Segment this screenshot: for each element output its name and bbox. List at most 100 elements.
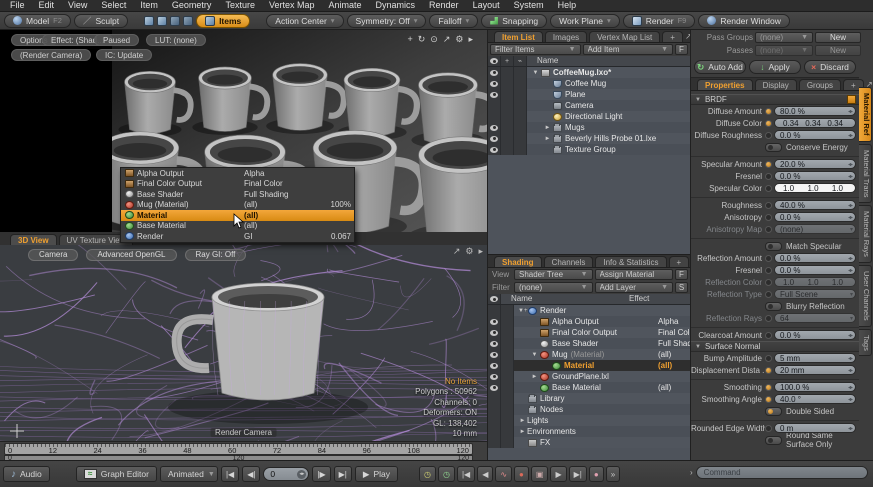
- menu-layout[interactable]: Layout: [466, 0, 507, 11]
- row-visibility-toggle[interactable]: [488, 316, 501, 327]
- channel-dot-icon[interactable]: [765, 120, 772, 127]
- viewport-advanced-opengl-button[interactable]: Advanced OpenGL: [86, 249, 176, 261]
- falloff-dropdown[interactable]: Falloff▾: [429, 14, 478, 28]
- spinner-icon[interactable]: ◂▸: [848, 173, 852, 180]
- viewport-tab-3d-view[interactable]: 3D View: [10, 234, 57, 245]
- row-visibility-toggle[interactable]: [488, 133, 501, 144]
- tree-row[interactable]: ►Lights: [488, 415, 690, 426]
- tree-row[interactable]: Camera: [488, 100, 690, 111]
- pan-icon[interactable]: +: [407, 34, 412, 45]
- tree-row[interactable]: Base Material(all): [488, 382, 690, 393]
- row-visibility-toggle[interactable]: [488, 111, 501, 122]
- row-visibility-toggle[interactable]: [488, 415, 501, 426]
- row-visibility-toggle[interactable]: [488, 144, 501, 155]
- preview-ic-update-button[interactable]: IC: Update: [96, 49, 152, 61]
- row-visibility-toggle[interactable]: [488, 404, 501, 415]
- channel-dot-icon[interactable]: [765, 315, 772, 322]
- channel-dot-icon[interactable]: [765, 108, 772, 115]
- add-item-dropdown[interactable]: Add Item▼: [583, 44, 674, 55]
- reflection-amount-field[interactable]: 0.0 %◂▸: [774, 253, 856, 263]
- row-visibility-toggle[interactable]: [488, 382, 501, 393]
- expand-arrow-icon[interactable]: ►: [530, 374, 539, 380]
- command-history-toggle[interactable]: ›: [690, 468, 693, 477]
- filter-items-dropdown[interactable]: Filter Items▼: [490, 44, 581, 55]
- side-tab-material-rays[interactable]: Material Rays: [859, 205, 872, 263]
- tree-row[interactable]: Material(all): [488, 360, 690, 371]
- row-visibility-toggle[interactable]: [488, 338, 501, 349]
- more-icon[interactable]: ▸: [478, 246, 483, 257]
- menu-geometry[interactable]: Geometry: [165, 0, 219, 11]
- pass-groups-new-button[interactable]: New: [815, 32, 861, 43]
- menu-system[interactable]: System: [507, 0, 551, 11]
- menu-help[interactable]: Help: [551, 0, 584, 11]
- items-mode-button[interactable]: Items: [196, 14, 250, 28]
- bump-amplitude-field[interactable]: 5 mm◂▸: [774, 353, 856, 363]
- menu-edit[interactable]: Edit: [32, 0, 62, 11]
- conserve-energy-toggle[interactable]: [765, 143, 782, 152]
- tree-row[interactable]: Base ShaderFull Shading: [488, 338, 690, 349]
- roughness-field[interactable]: 40.0 %◂▸: [774, 200, 856, 210]
- key-options-icon[interactable]: ▣: [531, 466, 549, 482]
- specular-color-field[interactable]: 1.01.01.0: [774, 183, 856, 193]
- channel-dot-icon[interactable]: [765, 226, 772, 233]
- tab-shading[interactable]: Shading: [494, 256, 542, 267]
- preview-camera-button[interactable]: (Render Camera): [11, 49, 91, 61]
- smoothing-angle-field[interactable]: 40.0 °◂▸: [774, 394, 856, 404]
- tab-vertex-map-list[interactable]: Vertex Map List: [589, 31, 660, 42]
- materials-mode-icon[interactable]: [183, 16, 193, 26]
- menu-item[interactable]: Item: [133, 0, 165, 11]
- spinner-icon[interactable]: ◂▸: [848, 384, 852, 391]
- add-key-icon[interactable]: ●: [514, 466, 529, 482]
- diffuse-amount-field[interactable]: 80.0 %◂▸: [774, 106, 856, 116]
- passes-new-button[interactable]: New: [815, 45, 861, 56]
- zoom-icon[interactable]: ⊙: [430, 34, 438, 45]
- snapping-button[interactable]: Snapping: [481, 14, 547, 28]
- reflection-rays-dropdown[interactable]: 64▾: [774, 313, 856, 323]
- tab-groups[interactable]: Groups: [799, 79, 841, 90]
- tree-row[interactable]: ▼Mug(Material)(all): [488, 349, 690, 360]
- polygons-mode-icon[interactable]: [170, 16, 180, 26]
- spinner-icon[interactable]: ◂▸: [848, 214, 852, 221]
- timeline[interactable]: 01224364860728496108120 0 120 120: [0, 441, 487, 460]
- channel-dot-icon[interactable]: [765, 202, 772, 209]
- first-key-icon[interactable]: |◀: [457, 466, 475, 482]
- tree-row[interactable]: Texture Group: [488, 144, 690, 155]
- diffuse-roughness-field[interactable]: 0.0 %◂▸: [774, 130, 856, 140]
- gear-icon[interactable]: ⚙: [465, 246, 473, 257]
- specular-amount-field[interactable]: 20.0 %◂▸: [774, 159, 856, 169]
- tree-row[interactable]: Nodes: [488, 404, 690, 415]
- fresnel-field[interactable]: 0.0 %◂▸: [774, 171, 856, 181]
- fresnel-field[interactable]: 0.0 %◂▸: [774, 265, 856, 275]
- viewport-ray-gi-off-button[interactable]: Ray GI: Off: [185, 249, 247, 261]
- tab-item-list[interactable]: Item List: [494, 31, 543, 42]
- channel-dot-icon[interactable]: [765, 161, 772, 168]
- tree-row[interactable]: ▼CoffeeMug.lxo*: [488, 67, 690, 78]
- match-specular-toggle[interactable]: [765, 242, 782, 251]
- channel-dot-icon[interactable]: [765, 396, 772, 403]
- row-visibility-toggle[interactable]: [488, 305, 501, 316]
- row-visibility-toggle[interactable]: [488, 426, 501, 437]
- menu-file[interactable]: File: [3, 0, 32, 11]
- vertices-mode-icon[interactable]: [144, 16, 154, 26]
- discard-button[interactable]: ×Discard: [804, 60, 856, 74]
- diffuse-color-field[interactable]: 0.340.340.34: [774, 118, 856, 128]
- spinner-icon[interactable]: ◂▸: [848, 161, 852, 168]
- apply-button[interactable]: ↓Apply: [749, 60, 801, 74]
- side-tab-material-ref[interactable]: Material Ref: [859, 87, 872, 142]
- shading-f-button[interactable]: F: [675, 269, 688, 280]
- model-mode-button[interactable]: ModelF2: [4, 14, 71, 28]
- tab-properties[interactable]: Properties: [697, 79, 753, 90]
- item-list-f-button[interactable]: F: [675, 44, 688, 55]
- menu-dynamics[interactable]: Dynamics: [369, 0, 423, 11]
- add-layer-dropdown[interactable]: Add Layer▼: [595, 282, 674, 293]
- tree-row[interactable]: Directional Light: [488, 111, 690, 122]
- tab--[interactable]: +: [669, 256, 690, 267]
- channel-dot-icon[interactable]: [765, 291, 772, 298]
- row-visibility-toggle[interactable]: [488, 360, 501, 371]
- smoothing-field[interactable]: 100.0 %◂▸: [774, 382, 856, 392]
- clock-icon[interactable]: ◷: [419, 466, 436, 482]
- channel-dot-icon[interactable]: [765, 279, 772, 286]
- channel-dot-icon[interactable]: [765, 332, 772, 339]
- animated-dropdown[interactable]: Animated▼: [160, 466, 218, 482]
- play-button[interactable]: ▶Play: [355, 466, 398, 482]
